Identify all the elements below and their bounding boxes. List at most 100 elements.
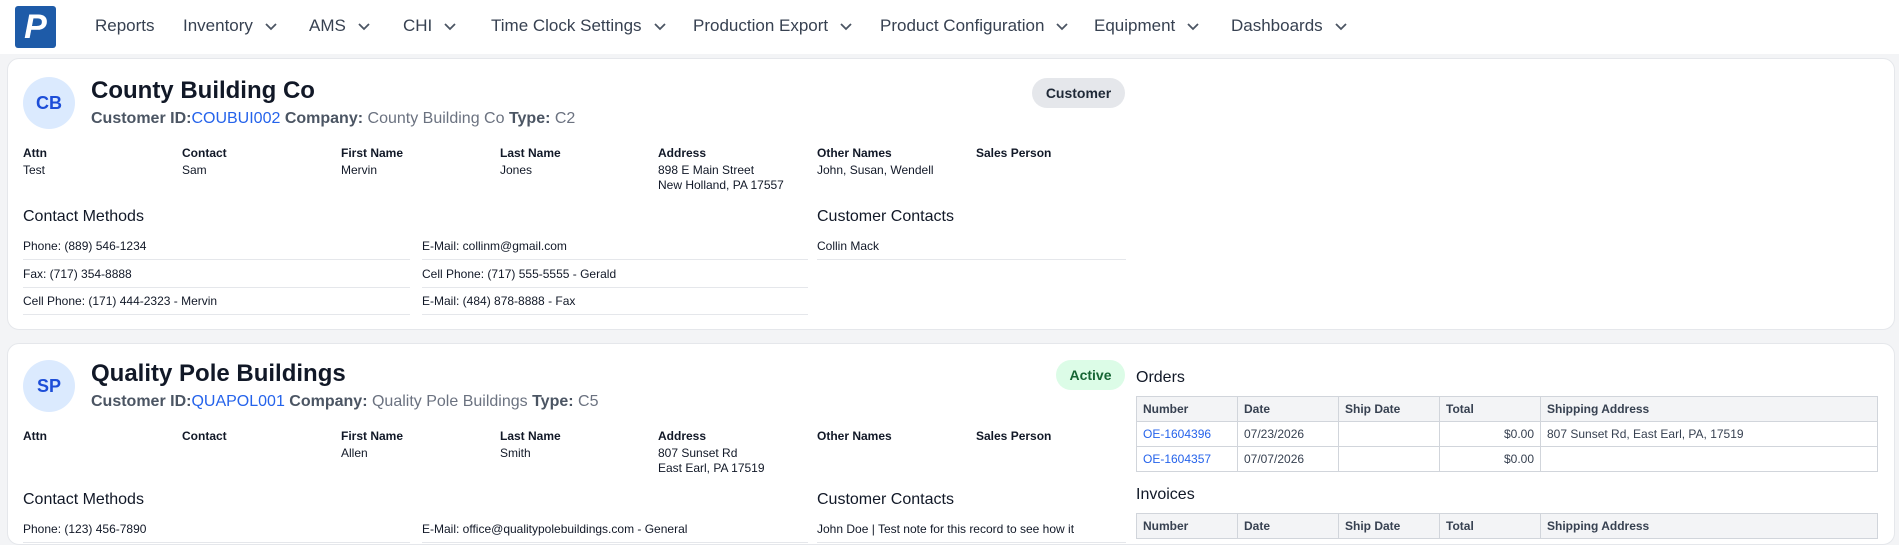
customer-id-link[interactable]: QUAPOL001 bbox=[191, 393, 284, 410]
nav-inventory-label: Inventory bbox=[183, 16, 253, 35]
customer-contact-item[interactable]: John Doe | Test note for this record to … bbox=[817, 520, 1126, 543]
customer-name: County Building Co bbox=[91, 77, 315, 104]
address-label: Address bbox=[658, 146, 707, 160]
customer-id-link[interactable]: COUBUI002 bbox=[191, 110, 280, 127]
table-cell bbox=[1338, 421, 1440, 447]
customer-name: Quality Pole Buildings bbox=[91, 360, 346, 387]
customer-contact-item[interactable]: Collin Mack bbox=[817, 237, 1126, 260]
invoices-table: Number Date Ship Date Total Shipping Add… bbox=[1136, 513, 1878, 539]
chevron-down-icon bbox=[652, 18, 668, 34]
order-number-link[interactable]: OE-1604396 bbox=[1136, 421, 1238, 447]
column-header[interactable]: Number bbox=[1136, 396, 1238, 422]
attn-label: Attn bbox=[23, 429, 47, 443]
address-line1: 807 Sunset Rd bbox=[658, 446, 738, 460]
table-cell: $0.00 bbox=[1439, 421, 1541, 447]
nav-dashboards[interactable]: Dashboards bbox=[1231, 16, 1349, 36]
first-name-value: Mervin bbox=[341, 163, 378, 177]
contact-methods-heading: Contact Methods bbox=[23, 208, 144, 225]
type-label: Type: bbox=[532, 393, 574, 410]
contact-methods-heading: Contact Methods bbox=[23, 491, 144, 508]
type-value: C5 bbox=[578, 393, 599, 410]
nav-equipment[interactable]: Equipment bbox=[1094, 16, 1201, 36]
nav-inventory[interactable]: Inventory bbox=[183, 16, 279, 36]
company-value: Quality Pole Buildings bbox=[371, 393, 528, 410]
customer-contacts-heading: Customer Contacts bbox=[817, 491, 954, 508]
status-badge: Customer bbox=[1032, 78, 1125, 108]
nav-time-clock-settings[interactable]: Time Clock Settings bbox=[491, 16, 668, 36]
column-header[interactable]: Number bbox=[1136, 513, 1238, 539]
customer-meta: Customer ID:COUBUI002 Company: County Bu… bbox=[91, 110, 575, 128]
chevron-down-icon bbox=[1185, 18, 1201, 34]
last-name-label: Last Name bbox=[500, 146, 561, 160]
contact-method-item: Cell Phone: (717) 555-5555 - Gerald bbox=[422, 265, 808, 288]
other-names-label: Other Names bbox=[817, 429, 892, 443]
other-names-value: John, Susan, Wendell bbox=[817, 163, 934, 177]
column-header[interactable]: Ship Date bbox=[1338, 396, 1440, 422]
avatar: CB bbox=[23, 77, 75, 129]
address-label: Address bbox=[658, 429, 707, 443]
type-label: Type: bbox=[508, 110, 551, 127]
table-header-row: Number Date Ship Date Total Shipping Add… bbox=[1136, 396, 1878, 422]
top-nav: P Reports Inventory AMS CHI Time Clock S… bbox=[0, 0, 1899, 54]
attn-label: Attn bbox=[23, 146, 47, 160]
column-header[interactable]: Total bbox=[1439, 513, 1541, 539]
column-header[interactable]: Shipping Address bbox=[1540, 513, 1878, 539]
customer-id-label: Customer ID: bbox=[91, 110, 192, 127]
table-row[interactable]: OE-1604396 07/23/2026 $0.00 807 Sunset R… bbox=[1136, 421, 1878, 447]
contact-label: Contact bbox=[182, 146, 227, 160]
status-badge: Active bbox=[1056, 360, 1125, 390]
chevron-down-icon bbox=[838, 18, 854, 34]
contact-method-item: E-Mail: (484) 878-8888 - Fax bbox=[422, 292, 808, 315]
chevron-down-icon bbox=[263, 18, 279, 34]
orders-heading: Orders bbox=[1136, 369, 1185, 386]
nav-production-export[interactable]: Production Export bbox=[693, 16, 854, 36]
address-line2: New Holland, PA 17557 bbox=[658, 178, 784, 192]
company-label: Company: bbox=[284, 110, 364, 127]
chevron-down-icon bbox=[1333, 18, 1349, 34]
chevron-down-icon bbox=[356, 18, 372, 34]
type-value: C2 bbox=[554, 110, 576, 127]
nav-dashboards-label: Dashboards bbox=[1231, 16, 1323, 35]
customer-id-label: Customer ID: bbox=[91, 393, 192, 410]
sales-person-label: Sales Person bbox=[976, 146, 1052, 160]
nav-production-export-label: Production Export bbox=[693, 16, 829, 35]
first-name-label: First Name bbox=[341, 429, 404, 443]
contact-value: Sam bbox=[182, 163, 207, 177]
nav-ams-label: AMS bbox=[309, 16, 346, 35]
nav-product-configuration[interactable]: Product Configuration bbox=[880, 16, 1070, 36]
column-header[interactable]: Date bbox=[1237, 396, 1339, 422]
last-name-label: Last Name bbox=[500, 429, 561, 443]
chevron-down-icon bbox=[1054, 18, 1070, 34]
nav-chi[interactable]: CHI bbox=[403, 16, 458, 36]
sales-person-label: Sales Person bbox=[976, 429, 1052, 443]
invoices-heading: Invoices bbox=[1136, 486, 1195, 503]
avatar: SP bbox=[23, 360, 75, 412]
column-header[interactable]: Shipping Address bbox=[1540, 396, 1878, 422]
first-name-value: Allen bbox=[341, 446, 368, 460]
contact-label: Contact bbox=[182, 429, 227, 443]
nav-reports[interactable]: Reports bbox=[95, 16, 155, 36]
nav-time-clock-settings-label: Time Clock Settings bbox=[491, 16, 642, 35]
last-name-value: Jones bbox=[500, 163, 533, 177]
app-logo[interactable]: P bbox=[15, 6, 56, 48]
nav-ams[interactable]: AMS bbox=[309, 16, 372, 36]
other-names-label: Other Names bbox=[817, 146, 892, 160]
table-cell: 07/23/2026 bbox=[1237, 421, 1339, 447]
contact-method-item: Phone: (889) 546-1234 bbox=[23, 237, 410, 260]
contact-method-item: E-Mail: collinm@gmail.com bbox=[422, 237, 808, 260]
orders-table: Number Date Ship Date Total Shipping Add… bbox=[1136, 396, 1878, 472]
column-header[interactable]: Date bbox=[1237, 513, 1339, 539]
attn-value: Test bbox=[23, 163, 46, 177]
customer-meta: Customer ID:QUAPOL001 Company: Quality P… bbox=[91, 393, 598, 411]
nav-equipment-label: Equipment bbox=[1094, 16, 1176, 35]
table-cell bbox=[1338, 446, 1440, 472]
order-number-link[interactable]: OE-1604357 bbox=[1136, 446, 1238, 472]
column-header[interactable]: Total bbox=[1439, 396, 1541, 422]
nav-reports-label: Reports bbox=[95, 16, 155, 35]
contact-method-item: Phone: (123) 456-7890 bbox=[23, 520, 410, 543]
table-row[interactable]: OE-1604357 07/07/2026 $0.00 bbox=[1136, 446, 1878, 472]
column-header[interactable]: Ship Date bbox=[1338, 513, 1440, 539]
company-label: Company: bbox=[289, 393, 368, 410]
nav-chi-label: CHI bbox=[403, 16, 433, 35]
chevron-down-icon bbox=[442, 18, 458, 34]
